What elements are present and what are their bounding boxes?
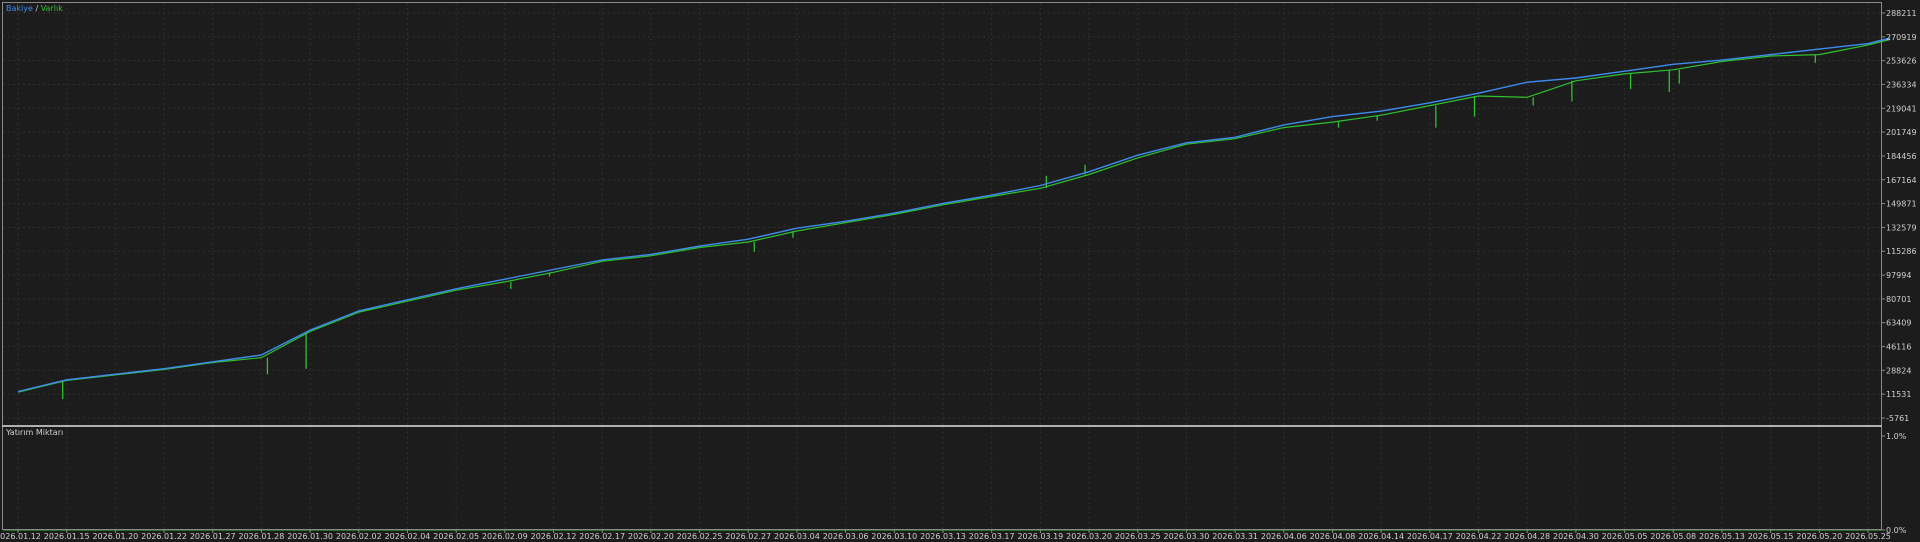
y-tick-label: 97994 [1886,271,1911,280]
x-tick-label: 2026.01.22 [141,532,187,541]
sub-y-axis-ticks: 1.0%0.0% [1881,432,1907,535]
y-tick-label: 201749 [1886,128,1917,137]
y-tick-label: 132579 [1886,223,1917,232]
x-tick-label: 2026.03.04 [774,532,820,541]
balance-line [17,37,1891,393]
x-tick-label: 2026.01.20 [92,532,138,541]
subpanel-label: Yatırım Miktarı [6,428,64,437]
chart-canvas[interactable]: 288211 270919 253626 236334 219041 201749 1844… [0,0,1920,542]
legend-balance: Bakiye [6,4,33,13]
y-tick-label: 270919 [1886,33,1917,42]
main-plot-border [2,2,1882,426]
x-tick-label: 2026.04.06 [1261,532,1307,541]
x-tick-label: 2026.01.12 [0,532,41,541]
x-tick-label: 2026.05.20 [1796,532,1842,541]
y-axis-ticks: 288211 270919 253626 236334 219041 201749 1844… [1881,9,1917,423]
legend-equity: Varlık [40,4,63,13]
y-tick-label: 288211 [1886,9,1917,18]
x-tick-label: 2026.05.13 [1699,532,1745,541]
x-tick-label: 2026.04.22 [1456,532,1502,541]
x-tick-label: 2026.03.30 [1164,532,1210,541]
x-tick-label: 2026.02.09 [482,532,528,541]
sub-y-tick-label: 1.0% [1886,432,1907,441]
y-tick-label: 11531 [1886,390,1911,399]
x-tick-label: 2026.01.15 [44,532,90,541]
x-tick-label: 2026.02.04 [385,532,431,541]
y-tick-label: 184456 [1886,152,1917,161]
main-grid [3,3,1881,425]
x-tick-label: 2026.02.20 [628,532,674,541]
y-tick-label: 236334 [1886,80,1917,89]
x-tick-label: 2026.03.19 [1017,532,1063,541]
y-tick-label: 115286 [1886,247,1917,256]
x-tick-label: 2026.01.28 [239,532,285,541]
sub-plot-border [2,426,1882,530]
x-tick-label: 2026.03.17 [969,532,1015,541]
x-tick-label: 2026.04.14 [1358,532,1404,541]
x-tick-label: 2026.03.06 [823,532,869,541]
y-tick-label: 46116 [1886,343,1911,352]
x-tick-label: 2026.02.05 [433,532,479,541]
y-tick-label: 63409 [1886,319,1911,328]
x-axis-ticks: 2026.01.122026.01.152026.01.202026.01.22… [0,530,1891,541]
x-tick-label: 2026.01.30 [287,532,333,541]
chart-legend: Bakiye / Varlık [6,4,63,13]
x-tick-label: 2026.04.28 [1504,532,1550,541]
y-tick-label: 80701 [1886,295,1911,304]
x-tick-label: 2026.01.27 [190,532,236,541]
x-tick-label: 2026.03.10 [871,532,917,541]
y-tick-label: 167164 [1886,176,1917,185]
x-tick-label: 2026.03.20 [1066,532,1112,541]
x-tick-label: 2026.02.12 [531,532,577,541]
equity-line [17,38,1891,393]
equity-drawdown-spikes [62,54,1816,400]
x-tick-label: 2026.05.25 [1845,532,1891,541]
x-tick-label: 2026.02.27 [725,532,771,541]
x-tick-label: 2026.04.17 [1407,532,1453,541]
y-tick-label: 253626 [1886,57,1917,66]
x-tick-label: 2026.04.08 [1310,532,1356,541]
x-tick-label: 2026.02.02 [336,532,382,541]
x-tick-label: 2026.03.13 [920,532,966,541]
x-tick-label: 2026.02.17 [579,532,625,541]
sub-grid [17,427,1869,529]
y-tick-label: -5761 [1886,414,1909,423]
x-tick-label: 2026.02.25 [677,532,723,541]
x-tick-label: 2026.05.15 [1748,532,1794,541]
y-tick-label: 149871 [1886,200,1917,209]
legend-separator: / [35,4,39,13]
x-tick-label: 2026.05.05 [1602,532,1648,541]
x-tick-label: 2026.03.31 [1212,532,1258,541]
x-tick-label: 2026.05.08 [1650,532,1696,541]
y-tick-label: 28824 [1886,366,1911,375]
x-tick-label: 2026.04.30 [1553,532,1599,541]
x-tick-label: 2026.03.25 [1115,532,1161,541]
y-tick-label: 219041 [1886,104,1917,113]
